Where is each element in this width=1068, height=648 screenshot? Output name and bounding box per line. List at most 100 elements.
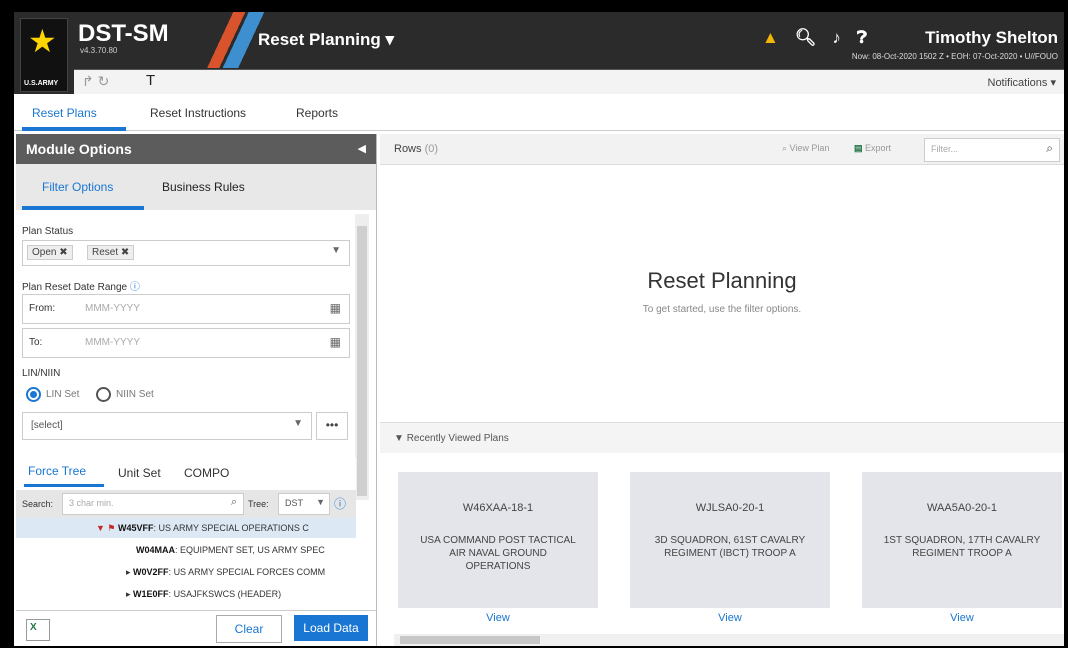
search-icon[interactable]: 🔍︎: [795, 28, 817, 48]
tree-node[interactable]: ▸ W1E0FF: USAJFKSWCS (HEADER): [126, 589, 346, 600]
recently-viewed-header[interactable]: ▼ Recently Viewed Plans: [380, 422, 1064, 453]
load-data-button[interactable]: Load Data: [294, 615, 368, 641]
tab-reset-plans[interactable]: Reset Plans: [32, 106, 97, 120]
excel-icon[interactable]: X: [26, 619, 50, 641]
app-window: ★ U.S.ARMY DST-SM v4.3.70.80 Reset Plann…: [14, 12, 1064, 646]
rows-label: Rows (0): [394, 143, 439, 155]
niin-set-label: NIIN Set: [116, 389, 154, 400]
rows-toolbar: Rows (0) ⌕ View Plan ▤ Export Filter... …: [380, 134, 1064, 165]
tree-node[interactable]: ▸ W0V2FF: US ARMY SPECIAL FORCES COMM: [126, 567, 346, 578]
plan-code: WAA5A0-20-1: [927, 502, 997, 514]
empty-state-subtitle: To get started, use the filter options.: [642, 304, 802, 315]
tab-force-tree[interactable]: Force Tree: [28, 464, 86, 478]
search-placeholder: 3 char min.: [69, 498, 114, 508]
plan-description: 1ST SQUADRON, 17TH CAVALRY REGIMENT TROO…: [883, 535, 1041, 559]
lin-niin-label: LIN/NIIN: [22, 368, 61, 379]
tree-node[interactable]: ▼ ⚑ W45VFF: US ARMY SPECIAL OPERATIONS C: [96, 523, 346, 534]
plan-status-select[interactable]: Open ✖ Reset ✖ ▼: [22, 240, 350, 266]
chip-reset[interactable]: Reset ✖: [87, 245, 135, 260]
collapse-icon[interactable]: ◀: [358, 142, 366, 155]
search-icon[interactable]: ⌕: [231, 496, 237, 509]
from-label: From:: [29, 303, 56, 314]
to-placeholder: MMM-YYYY: [85, 337, 140, 348]
tree-search-row: Search: 3 char min. ⌕ Tree: DST ▼ ⓘ: [16, 490, 356, 518]
lin-select[interactable]: [select] ▼: [22, 412, 312, 440]
app-version: v4.3.70.80: [80, 46, 118, 55]
tab-business-rules[interactable]: Business Rules: [162, 180, 245, 194]
redo-icon[interactable]: ↱ ↻: [82, 73, 109, 90]
plan-code: WJLSA0-20-1: [695, 502, 765, 514]
results-panel: Rows (0) ⌕ View Plan ▤ Export Filter... …: [380, 134, 1064, 646]
filter-icon[interactable]: T: [146, 72, 155, 89]
filter-placeholder: Filter...: [931, 144, 959, 154]
to-label: To:: [29, 337, 43, 348]
plan-card[interactable]: W46XAA-18-1 USA COMMAND POST TACTICAL AI…: [398, 472, 598, 608]
user-name[interactable]: Timothy Shelton: [925, 28, 1058, 48]
army-logo: ★ U.S.ARMY: [20, 18, 68, 92]
tree-select[interactable]: DST ▼: [278, 493, 330, 515]
from-placeholder: MMM-YYYY: [85, 303, 140, 314]
panel-footer: X Clear Load Data: [16, 610, 376, 646]
calendar-icon[interactable]: ▦: [330, 301, 341, 315]
tab-reset-instructions[interactable]: Reset Instructions: [150, 106, 246, 120]
date-range-label: Plan Reset Date Range ⓘ: [22, 282, 140, 293]
active-tab-indicator: [22, 127, 126, 131]
search-icon[interactable]: ⌕: [1046, 141, 1053, 156]
lin-set-radio[interactable]: [26, 387, 41, 402]
tree-label: Tree:: [248, 499, 269, 509]
more-options-button[interactable]: •••: [316, 412, 348, 440]
export-button[interactable]: ▤ Export: [854, 143, 891, 154]
warning-icon[interactable]: ▲: [762, 28, 779, 48]
view-link[interactable]: View: [630, 612, 830, 624]
lin-set-label: LIN Set: [46, 389, 80, 400]
army-label: U.S.ARMY: [24, 80, 59, 87]
clear-button[interactable]: Clear: [216, 615, 282, 643]
notifications-dropdown[interactable]: Notifications ▾: [988, 76, 1057, 89]
chevron-down-icon[interactable]: ▼: [293, 418, 303, 429]
app-name: DST-SM: [78, 20, 169, 47]
bell-icon[interactable]: ♪: [832, 28, 841, 48]
from-date-field[interactable]: From: MMM-YYYY ▦: [22, 294, 350, 324]
force-tree: ▼ ⚑ W45VFF: US ARMY SPECIAL OPERATIONS C…: [16, 518, 356, 618]
horizontal-scrollbar[interactable]: [394, 634, 1064, 646]
to-date-field[interactable]: To: MMM-YYYY ▦: [22, 328, 350, 358]
tree-search-input[interactable]: 3 char min. ⌕: [62, 493, 244, 515]
view-plan-button[interactable]: ⌕ View Plan: [782, 143, 829, 154]
info-icon[interactable]: ⓘ: [130, 282, 140, 293]
niin-set-radio[interactable]: [96, 387, 111, 402]
calendar-icon[interactable]: ▦: [330, 335, 341, 349]
chevron-down-icon[interactable]: ▼: [331, 245, 341, 256]
plan-card[interactable]: WAA5A0-20-1 1ST SQUADRON, 17TH CAVALRY R…: [862, 472, 1062, 608]
main-tabs: Reset Plans Reset Instructions Reports: [14, 96, 1064, 131]
help-icon[interactable]: ❓︎: [857, 28, 867, 48]
star-icon: ★: [28, 23, 57, 59]
info-icon[interactable]: ⓘ: [334, 495, 346, 512]
tree-node[interactable]: W04MAA: EQUIPMENT SET, US ARMY SPEC: [136, 545, 346, 555]
tab-filter-options[interactable]: Filter Options: [42, 180, 113, 194]
recently-viewed-title: ▼ Recently Viewed Plans: [394, 433, 509, 444]
tab-unit-set[interactable]: Unit Set: [118, 466, 161, 480]
empty-state-title: Reset Planning: [647, 268, 797, 293]
chevron-down-icon[interactable]: ▼: [316, 497, 325, 507]
plan-description: USA COMMAND POST TACTICAL AIR NAVAL GROU…: [420, 535, 576, 572]
chip-open[interactable]: Open ✖: [27, 245, 73, 260]
brand-stripe: [204, 12, 264, 68]
view-link[interactable]: View: [398, 612, 598, 624]
tree-tabs: Force Tree Unit Set COMPO: [16, 458, 356, 490]
filter-input[interactable]: Filter... ⌕: [924, 138, 1060, 162]
select-placeholder: [select]: [31, 420, 63, 431]
active-tree-tab-indicator: [24, 484, 104, 487]
filter-scrollbar[interactable]: [355, 214, 369, 500]
toolbar: ↱ ↻ T Notifications ▾: [74, 69, 1064, 94]
active-subtab-indicator: [22, 206, 144, 210]
module-options-panel: Module Options ◀ Filter Options Business…: [16, 134, 377, 646]
view-link[interactable]: View: [862, 612, 1062, 624]
tab-compo[interactable]: COMPO: [184, 466, 229, 480]
plan-card[interactable]: WJLSA0-20-1 3D SQUADRON, 61ST CAVALRY RE…: [630, 472, 830, 608]
tab-reports[interactable]: Reports: [296, 106, 338, 120]
top-header: ★ U.S.ARMY DST-SM v4.3.70.80 Reset Plann…: [14, 12, 1064, 94]
module-options-header: Module Options ◀: [16, 134, 376, 164]
module-options-title: Module Options: [26, 141, 132, 157]
tree-value: DST: [285, 498, 303, 508]
module-title-dropdown[interactable]: Reset Planning ▾: [258, 30, 394, 50]
